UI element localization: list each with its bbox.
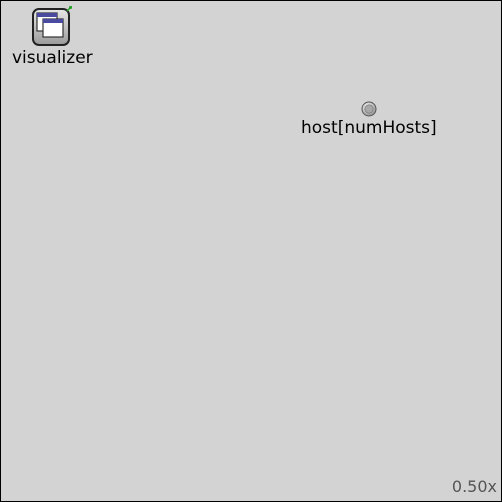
visualizer-label: visualizer — [12, 48, 93, 68]
zoom-level: 0.50x — [451, 477, 497, 496]
visualizer-window-icon[interactable] — [31, 5, 73, 47]
host-label: host[numHosts] — [301, 118, 437, 138]
host-node-icon[interactable] — [361, 101, 377, 117]
network-canvas[interactable]: visualizer host[numHosts] 0.50x — [0, 0, 502, 502]
